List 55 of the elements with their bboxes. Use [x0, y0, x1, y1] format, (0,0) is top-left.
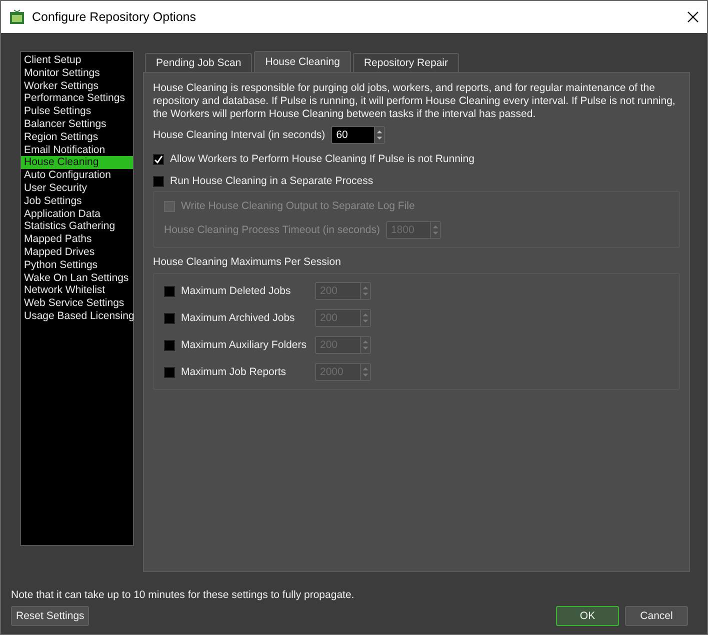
timeout-label: House Cleaning Process Timeout (in seconds): [164, 224, 380, 236]
tab[interactable]: Pending Job Scan: [145, 53, 252, 72]
window-title: Configure Repository Options: [32, 10, 197, 24]
tab[interactable]: House Cleaning: [254, 51, 351, 72]
sidebar-item[interactable]: Statistics Gathering: [21, 220, 133, 234]
checkbox-label: Maximum Job Reports: [181, 366, 288, 378]
spin-arrows-icon[interactable]: [360, 337, 370, 354]
checkbox[interactable]: [164, 286, 175, 297]
sidebar-item[interactable]: Region Settings: [21, 130, 133, 144]
reset-settings-button[interactable]: Reset Settings: [11, 606, 90, 626]
checkmark-icon: [154, 154, 163, 164]
sidebar-item[interactable]: Network Whitelist: [21, 284, 133, 298]
sidebar-item[interactable]: Mapped Paths: [21, 233, 133, 246]
checkbox[interactable]: [153, 154, 164, 165]
checkbox[interactable]: [153, 176, 164, 187]
checkbox-label: Maximum Archived Jobs: [181, 312, 296, 324]
sidebar-item[interactable]: Wake On Lan Settings: [21, 272, 133, 284]
checkbox-label: Maximum Deleted Jobs: [181, 285, 292, 298]
sidebar-item[interactable]: Client Setup: [21, 54, 133, 67]
interval-label: House Cleaning Interval (in seconds): [153, 129, 326, 142]
sidebar-item[interactable]: User Security: [21, 182, 133, 195]
sidebar-item[interactable]: Email Notification: [21, 144, 133, 156]
sidebar-item[interactable]: Monitor Settings: [21, 66, 133, 80]
sidebar-item[interactable]: Application Data: [21, 208, 133, 220]
sidebar-item[interactable]: Auto Configuration: [21, 169, 133, 182]
sidebar-item[interactable]: Mapped Drives: [21, 246, 133, 259]
description-text: House Cleaning is responsible for purging old jobs, workers, and reports, and for regular maintenance of the repository and database. If Pulse is running, it will perform House Cleaning every interval. If Pulse is not running, the Workers will perform House Cleaning between tasks if the interval has passed.: [153, 82, 676, 120]
checkbox-label: Maximum Auxiliary Folders: [181, 339, 308, 352]
checkbox[interactable]: [164, 340, 175, 351]
close-icon[interactable]: [687, 11, 699, 23]
spin-arrows-icon[interactable]: [360, 283, 370, 300]
spin-arrows-icon[interactable]: [360, 364, 370, 380]
app-icon: [9, 9, 25, 25]
checkbox-label: Run House Cleaning in a Separate Process: [170, 175, 374, 188]
sidebar-item[interactable]: House Cleaning: [21, 156, 133, 170]
sidebar-item[interactable]: Web Service Settings: [21, 297, 133, 310]
spin-box[interactable]: 60: [331, 126, 386, 144]
sidebar-item[interactable]: Worker Settings: [21, 80, 133, 92]
sidebar-item[interactable]: Usage Based Licensing: [21, 310, 133, 323]
cancel-button[interactable]: Cancel: [625, 606, 688, 626]
sidebar-item[interactable]: Job Settings: [21, 194, 133, 208]
checkbox[interactable]: [164, 312, 175, 324]
tab[interactable]: Repository Repair: [352, 53, 459, 72]
spin-arrows-icon[interactable]: [360, 310, 370, 326]
sidebar-item[interactable]: Pulse Settings: [21, 105, 133, 118]
sidebar-item[interactable]: Python Settings: [21, 258, 133, 272]
sidebar-item[interactable]: Balancer Settings: [21, 118, 133, 131]
checkbox-label: Write House Cleaning Output to Separate Log File: [181, 200, 415, 212]
spin-arrows-icon[interactable]: [374, 127, 384, 144]
checkbox[interactable]: [164, 366, 175, 378]
checkbox-label: Allow Workers to Perform House Cleaning If Pulse is not Running: [170, 153, 474, 166]
note-text: Note that it can take up to 10 minutes for these settings to fully propagate.: [11, 589, 356, 601]
sidebar-item[interactable]: Performance Settings: [21, 92, 133, 106]
ok-button[interactable]: OK: [556, 606, 619, 626]
section-title: House Cleaning Maximums Per Session: [153, 256, 342, 268]
